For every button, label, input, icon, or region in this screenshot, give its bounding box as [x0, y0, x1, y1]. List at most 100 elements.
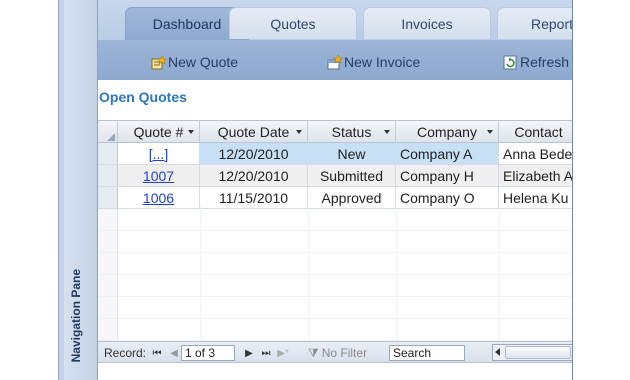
- empty-row: [98, 253, 572, 275]
- new-record-icon: ▶*: [277, 347, 289, 359]
- table-row[interactable]: 1007 12/20/2010 Submitted Company H Eliz…: [98, 165, 572, 187]
- new-invoice-button[interactable]: New Invoice: [326, 53, 421, 70]
- open-quotes-datasheet: Quote # Quote Date Status Company Contac…: [98, 120, 572, 341]
- command-bar: New Quote New Invoice Refresh: [98, 40, 572, 80]
- empty-row: [98, 231, 572, 253]
- quote-date-cell[interactable]: 12/20/2010: [200, 143, 308, 164]
- previous-record-button[interactable]: ◀: [168, 345, 180, 361]
- new-invoice-label: New Invoice: [344, 54, 421, 70]
- grid-line: [200, 206, 201, 340]
- quote-link[interactable]: 1007: [143, 168, 174, 184]
- table-row[interactable]: [...] 12/20/2010 New Company A Anna Bede: [98, 143, 572, 165]
- tab-invoices[interactable]: Invoices: [363, 7, 491, 39]
- column-header-company[interactable]: Company: [396, 121, 499, 143]
- search-input[interactable]: Search: [389, 345, 465, 361]
- new-quote-button[interactable]: New Quote: [150, 54, 238, 70]
- contact-cell[interactable]: Elizabeth A: [499, 165, 572, 186]
- column-header-contact[interactable]: Contact: [499, 121, 572, 143]
- column-header-label: Quote Date: [217, 124, 290, 140]
- quote-link[interactable]: [...]: [149, 146, 168, 162]
- column-header-quote-date[interactable]: Quote Date: [200, 121, 308, 143]
- dropdown-arrow-icon[interactable]: [487, 130, 493, 134]
- select-all-button[interactable]: [98, 121, 118, 143]
- row-selector: [98, 209, 118, 230]
- navigation-pane[interactable]: Navigation Pane: [64, 0, 98, 380]
- horizontal-scrollbar[interactable]: [492, 344, 572, 361]
- contact-cell[interactable]: Helena Ku: [499, 187, 572, 208]
- last-record-icon: ⏭: [261, 347, 271, 359]
- status-cell[interactable]: New: [308, 143, 396, 164]
- tab-label: Dashboard: [152, 16, 222, 32]
- row-selector[interactable]: [98, 187, 118, 208]
- filter-label: No Filter: [321, 346, 368, 360]
- company-cell[interactable]: Company H: [396, 165, 499, 186]
- quote-date-cell[interactable]: 11/15/2010: [200, 187, 308, 208]
- new-quote-label: New Quote: [168, 54, 239, 70]
- right-margin: [573, 0, 630, 380]
- first-record-icon: ⏮: [152, 347, 162, 359]
- tab-quotes[interactable]: Quotes: [229, 7, 357, 39]
- row-selector: [98, 275, 118, 296]
- record-navigation-bar: Record: ⏮ ◀ 1 of 3 ▶ ⏭ ▶* ⧩ No Filter Se…: [98, 341, 572, 363]
- tab-label: Quotes: [270, 15, 316, 32]
- dropdown-arrow-icon[interactable]: [188, 130, 194, 134]
- quote-number-cell[interactable]: [...]: [118, 143, 200, 164]
- dropdown-arrow-icon[interactable]: [296, 130, 302, 134]
- row-selector[interactable]: [98, 143, 118, 164]
- column-header-row: Quote # Quote Date Status Company Contac…: [98, 120, 572, 143]
- empty-row: [98, 209, 572, 231]
- quote-number-cell[interactable]: 1006: [118, 187, 200, 208]
- scrollbar-thumb[interactable]: [505, 346, 571, 359]
- new-quote-icon: [150, 54, 168, 70]
- tab-report[interactable]: Report: [497, 7, 573, 39]
- tab-label: Invoices: [401, 15, 453, 32]
- next-record-icon: ▶: [245, 347, 253, 359]
- filter-icon: ⧩: [308, 345, 319, 360]
- column-header-status[interactable]: Status: [308, 121, 396, 143]
- grid-line: [396, 206, 397, 340]
- status-cell[interactable]: Submitted: [308, 165, 396, 186]
- empty-row: [98, 319, 572, 341]
- empty-row: [98, 275, 572, 297]
- row-selector: [98, 297, 118, 318]
- scroll-left-arrow-icon[interactable]: [495, 348, 500, 356]
- quote-link[interactable]: 1006: [143, 190, 174, 206]
- last-record-button[interactable]: ⏭: [260, 345, 272, 361]
- refresh-icon: [502, 55, 519, 70]
- previous-record-icon: ◀: [170, 347, 178, 359]
- refresh-button[interactable]: Refresh: [502, 54, 569, 70]
- navigation-pane-label[interactable]: Navigation Pane: [69, 269, 83, 362]
- row-selector: [98, 231, 118, 252]
- first-record-button[interactable]: ⏮: [151, 345, 163, 361]
- empty-row: [98, 297, 572, 319]
- section-title: Open Quotes: [99, 89, 187, 105]
- contact-cell[interactable]: Anna Bede: [499, 143, 572, 164]
- table-row[interactable]: 1006 11/15/2010 Approved Company O Helen…: [98, 187, 572, 209]
- record-label: Record:: [104, 346, 147, 360]
- row-selector: [98, 319, 118, 340]
- column-header-label: Company: [417, 124, 477, 140]
- grid-line: [499, 206, 500, 340]
- company-cell[interactable]: Company O: [396, 187, 499, 208]
- filter-toggle[interactable]: ⧩ No Filter: [308, 345, 367, 361]
- column-header-label: Status: [331, 124, 372, 140]
- status-cell[interactable]: Approved: [308, 187, 396, 208]
- new-record-button[interactable]: ▶*: [277, 345, 289, 361]
- row-selector[interactable]: [98, 165, 118, 186]
- new-invoice-icon: [326, 53, 344, 70]
- quote-date-cell[interactable]: 12/20/2010: [200, 165, 308, 186]
- dropdown-arrow-icon[interactable]: [384, 130, 390, 134]
- refresh-label: Refresh: [520, 54, 570, 70]
- tab-label: Report: [530, 15, 573, 32]
- column-header-quote-number[interactable]: Quote #: [118, 121, 200, 143]
- column-header-label: Contact: [514, 124, 563, 140]
- grid-line: [308, 206, 309, 340]
- next-record-button[interactable]: ▶: [243, 345, 255, 361]
- form-footer: [98, 364, 572, 380]
- column-header-label: Quote #: [133, 124, 184, 140]
- quote-number-cell[interactable]: 1007: [118, 165, 200, 186]
- company-cell[interactable]: Company A: [396, 143, 499, 164]
- dashboard-form: Dashboard Quotes Invoices Report New Quo…: [98, 0, 573, 380]
- current-record-field[interactable]: 1 of 3: [181, 345, 235, 361]
- row-selector: [98, 253, 118, 274]
